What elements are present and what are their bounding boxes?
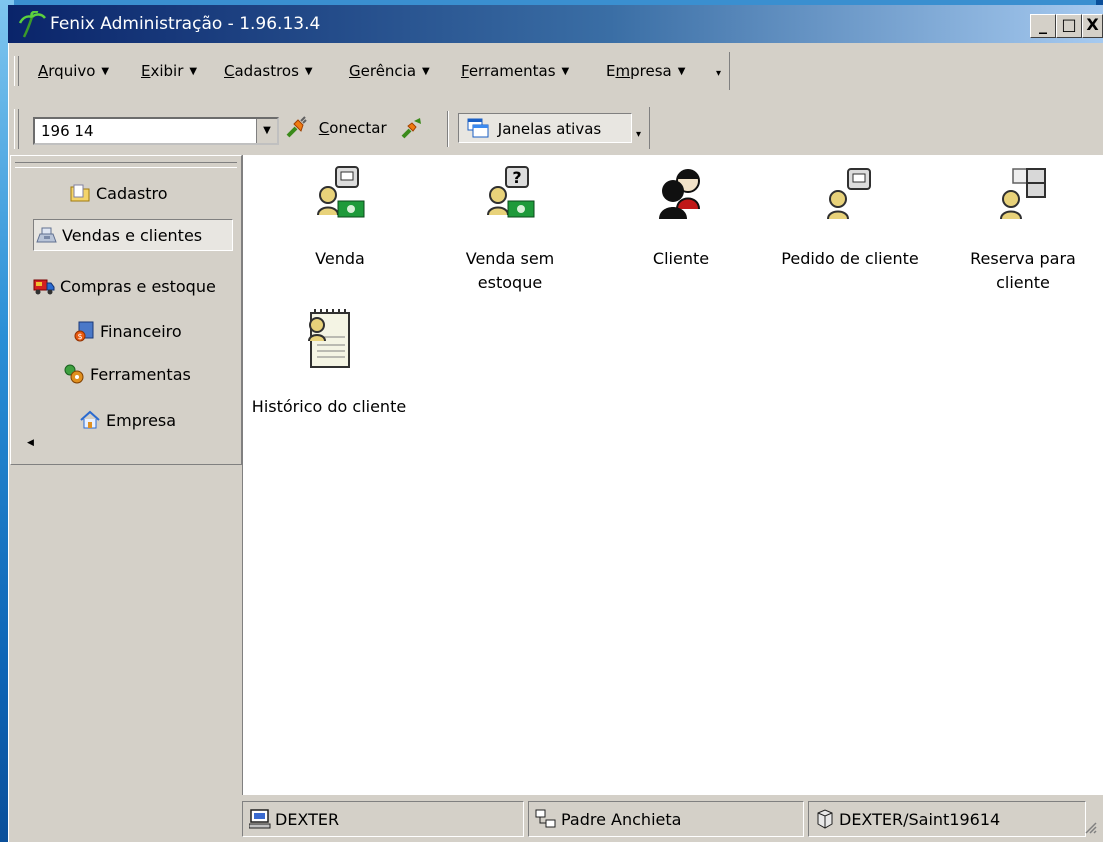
tile-venda-sem-estoque[interactable]: ? Venda sem estoque [435,165,585,295]
status-bar: DEXTER Padre Anchieta DEXTER/Saint19614 [242,797,1103,842]
toolbar: 196 14 ▼ Conectar Janelas ativas ▾ [10,99,1101,155]
database-icon [817,809,833,829]
sale-icon [317,166,365,218]
windows-stack-icon [467,118,489,138]
toolbar-divider [646,107,650,149]
status-branch: Padre Anchieta [528,801,804,837]
tile-historico-do-cliente[interactable]: Histórico do cliente [241,309,417,419]
minimize-button[interactable]: _ [1030,14,1056,38]
menu-grip[interactable] [14,56,19,86]
network-icon [535,809,556,828]
house-icon [80,410,100,429]
sale-no-stock-icon: ? [487,166,535,218]
menu-empresa[interactable]: Empresa ▼ [606,62,685,80]
folder-icon [70,184,90,202]
computer-icon [248,809,271,829]
content-area: Venda ? Venda sem estoque Cliente Pedido… [242,155,1103,795]
connection-combo-value: 196 14 [41,122,94,140]
menu-overflow-chevron-icon[interactable]: ▾ [716,68,721,79]
sidebar-item-empresa[interactable]: Empresa [79,405,176,437]
tile-cliente[interactable]: Cliente [606,165,756,271]
truck-icon [33,279,55,295]
tile-venda-sem-estoque-label: Venda sem estoque [465,249,555,292]
status-computer: DEXTER [242,801,524,837]
palm-tree-icon [18,11,46,38]
tile-reserva-para-cliente-label: Reserva para cliente [970,249,1076,292]
customer-reservation-icon [1000,168,1046,220]
connect-button[interactable]: Conectar [284,113,425,143]
sidebar-scroll-left-icon[interactable]: ◀ [27,438,34,448]
tile-historico-do-cliente-label: Histórico do cliente [251,397,407,416]
chevron-down-icon: ▼ [677,66,686,77]
combo-dropdown-icon[interactable]: ▼ [256,119,277,143]
status-database: DEXTER/Saint19614 [808,801,1086,837]
sidebar-item-vendas-e-clientes[interactable]: Vendas e clientes [33,219,233,251]
toolbar-overflow-chevron-icon[interactable]: ▾ [636,129,641,140]
sidebar-item-financeiro[interactable]: $ Financeiro [73,316,182,348]
chevron-down-icon: ▼ [189,66,198,77]
cash-register-icon [36,227,57,243]
toolbar-grip[interactable] [14,109,19,149]
tile-venda-label: Venda [315,249,365,268]
customers-icon [659,169,700,219]
customer-history-icon [308,309,350,368]
tile-cliente-label: Cliente [652,249,710,268]
chevron-down-icon: ▼ [101,66,110,77]
tile-reserva-para-cliente[interactable]: Reserva para cliente [948,165,1098,295]
chevron-down-icon: ▼ [422,66,430,77]
plug-disconnect-icon [402,118,422,139]
sidebar-item-compras-e-estoque[interactable]: Compras e estoque [33,271,216,303]
tile-pedido-de-cliente[interactable]: Pedido de cliente [775,165,925,271]
plug-icon [286,116,307,138]
maximize-button[interactable]: □ [1056,14,1082,38]
gears-icon [64,364,84,384]
svg-text:?: ? [512,168,521,187]
money-bag-icon: $ [74,321,94,342]
chevron-down-icon: ▼ [304,66,313,77]
chevron-down-icon: ▼ [561,66,570,77]
menu-cadastros[interactable]: Cadastros ▼ [224,62,313,80]
app-window: Fenix Administração - 1.96.13.4 _ □ X Ar… [8,5,1103,842]
svg-text:$: $ [77,332,82,341]
sidebar-item-cadastro[interactable]: Cadastro [69,178,168,210]
active-windows-button[interactable]: Janelas ativas [458,113,632,143]
menu-bar: Arquivo ▼ Exibir ▼ Cadastros ▼ Gerência ▼ Fe… [10,46,1101,94]
tile-pedido-de-cliente-label: Pedido de cliente [781,249,919,268]
connection-combo[interactable]: 196 14 ▼ [33,117,279,145]
sidebar-header-bar [15,162,237,168]
toolbar-separator [447,111,449,147]
menu-divider [726,52,730,90]
tile-venda[interactable]: Venda [265,165,415,271]
title-bar[interactable]: Fenix Administração - 1.96.13.4 _ □ X [8,5,1103,43]
menu-arquivo[interactable]: Arquivo ▼ [38,62,109,80]
menu-gerencia[interactable]: Gerência ▼ [349,62,430,80]
menu-ferramentas[interactable]: Ferramentas ▼ [461,62,569,80]
sidebar-item-ferramentas[interactable]: Ferramentas [63,359,191,391]
resize-grip-icon[interactable] [1082,819,1098,835]
close-button[interactable]: X [1082,14,1103,38]
menu-exibir[interactable]: Exibir ▼ [141,62,197,80]
window-title: Fenix Administração - 1.96.13.4 [50,14,321,34]
sidebar: Cadastro Vendas e clientes Compras e est… [10,155,242,465]
customer-order-icon [827,168,871,220]
